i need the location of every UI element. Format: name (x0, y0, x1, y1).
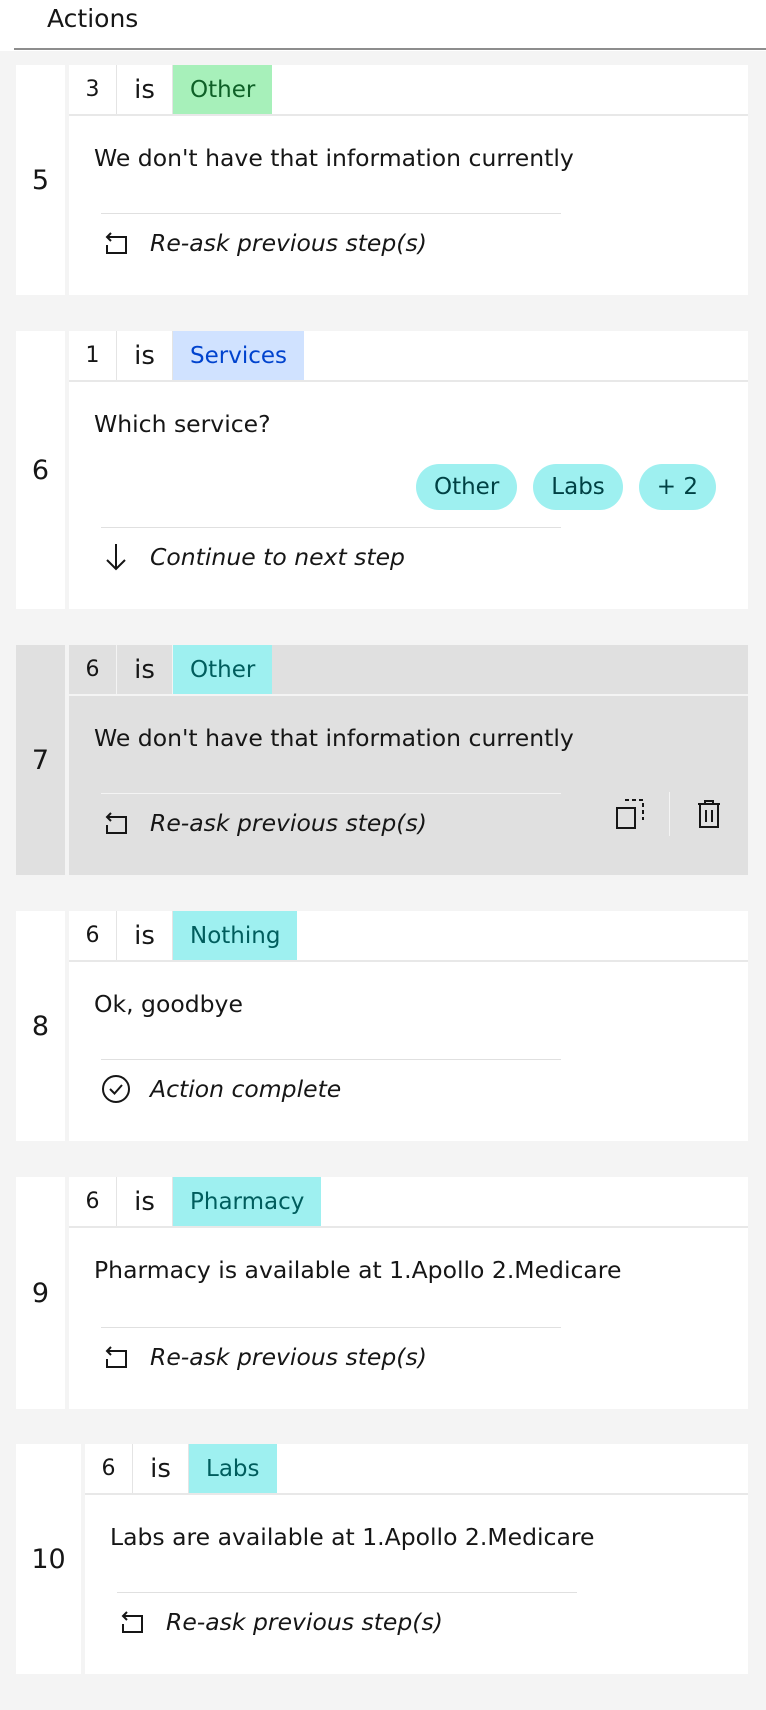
reask-icon (101, 1342, 131, 1372)
assistant-message: Labs are available at 1.Apollo 2.Medicar… (110, 1523, 595, 1551)
step-number: 7 (16, 645, 65, 875)
condition-value-tag: Services (173, 331, 304, 380)
step-card[interactable]: 3 is Other We don't have that informatio… (69, 65, 748, 295)
step-condition[interactable]: 6 is Other (69, 645, 748, 696)
reask-icon (117, 1607, 147, 1637)
step-toolbar (591, 792, 748, 836)
condition-operator: is (117, 911, 173, 960)
step-row[interactable]: 7 6 is Other We don't have that informat… (16, 645, 748, 875)
step-row[interactable]: 5 3 is Other We don't have that informat… (16, 65, 748, 295)
toolbar-divider (669, 792, 670, 836)
condition-step-number: 6 (85, 1444, 133, 1493)
next-step-action[interactable]: Re-ask previous step(s) (101, 808, 427, 838)
step-divider (101, 1059, 561, 1060)
arrow-down-icon (101, 542, 131, 572)
step-number: 9 (16, 1177, 65, 1409)
condition-value-tag: Nothing (173, 911, 298, 960)
step-row[interactable]: 6 1 is Services Which service? Other Lab… (16, 331, 748, 609)
step-row[interactable]: 10 6 is Labs Labs are available at 1.Apo… (16, 1444, 748, 1674)
step-divider (101, 213, 561, 214)
more-options-chip[interactable]: + 2 (638, 464, 716, 510)
step-body[interactable]: Ok, goodbye Action complete (69, 962, 748, 1141)
condition-operator: is (117, 331, 173, 380)
next-step-action[interactable]: Continue to next step (101, 542, 405, 572)
step-number: 8 (16, 911, 65, 1141)
step-card[interactable]: 1 is Services Which service? Other Labs … (69, 331, 748, 609)
assistant-message: We don't have that information currently (94, 724, 574, 752)
next-step-action[interactable]: Re-ask previous step(s) (101, 228, 427, 258)
next-step-action[interactable]: Re-ask previous step(s) (117, 1607, 443, 1637)
condition-operator: is (117, 65, 173, 114)
step-divider (101, 527, 561, 528)
reask-icon (101, 228, 131, 258)
assistant-message: Ok, goodbye (94, 990, 243, 1018)
delete-icon[interactable] (691, 796, 727, 832)
step-number: 10 (16, 1444, 81, 1674)
condition-step-number: 6 (69, 645, 117, 694)
condition-operator: is (133, 1444, 189, 1493)
assistant-message: Pharmacy is available at 1.Apollo 2.Medi… (94, 1256, 622, 1284)
step-number: 6 (16, 331, 65, 609)
condition-value-tag: Other (173, 65, 273, 114)
next-step-label: Continue to next step (150, 543, 405, 571)
step-card[interactable]: 6 is Other We don't have that informatio… (69, 645, 748, 875)
step-condition[interactable]: 3 is Other (69, 65, 748, 116)
condition-step-number: 6 (69, 1177, 117, 1226)
page-header: Actions (0, 0, 766, 51)
assistant-message: We don't have that information currently (94, 144, 574, 172)
condition-step-number: 1 (69, 331, 117, 380)
option-chip[interactable]: Labs (533, 464, 623, 510)
condition-value-tag: Other (173, 645, 273, 694)
next-step-label: Re-ask previous step(s) (166, 1608, 443, 1636)
condition-step-number: 3 (69, 65, 117, 114)
next-step-label: Re-ask previous step(s) (150, 1343, 427, 1371)
step-condition[interactable]: 6 is Labs (85, 1444, 748, 1495)
step-row[interactable]: 8 6 is Nothing Ok, goodbye Action comple… (16, 911, 748, 1141)
next-step-label: Re-ask previous step(s) (150, 809, 427, 837)
step-card[interactable]: 6 is Pharmacy Pharmacy is available at 1… (69, 1177, 748, 1409)
step-body[interactable]: Which service? Other Labs + 2 Continue t… (69, 382, 748, 609)
step-divider (101, 793, 561, 794)
step-body[interactable]: We don't have that information currently… (69, 116, 748, 295)
header-divider (14, 48, 766, 50)
step-body[interactable]: Labs are available at 1.Apollo 2.Medicar… (85, 1495, 748, 1674)
step-body[interactable]: Pharmacy is available at 1.Apollo 2.Medi… (69, 1228, 748, 1409)
condition-operator: is (117, 645, 173, 694)
step-row[interactable]: 9 6 is Pharmacy Pharmacy is available at… (16, 1177, 748, 1409)
step-condition[interactable]: 6 is Nothing (69, 911, 748, 962)
condition-value-tag: Labs (189, 1444, 277, 1493)
page-title: Actions (47, 4, 139, 33)
reask-icon (101, 808, 131, 838)
step-divider (101, 1327, 561, 1328)
next-step-action[interactable]: Re-ask previous step(s) (101, 1342, 427, 1372)
condition-step-number: 6 (69, 911, 117, 960)
response-options: Other Labs + 2 (415, 464, 716, 510)
condition-operator: is (117, 1177, 173, 1226)
next-step-label: Re-ask previous step(s) (150, 229, 427, 257)
next-step-action[interactable]: Action complete (101, 1074, 341, 1104)
assistant-message: Which service? (94, 410, 271, 438)
step-divider (117, 1592, 577, 1593)
step-number: 5 (16, 65, 65, 295)
step-condition[interactable]: 1 is Services (69, 331, 748, 382)
option-chip[interactable]: Other (415, 464, 518, 510)
step-condition[interactable]: 6 is Pharmacy (69, 1177, 748, 1228)
step-card[interactable]: 6 is Nothing Ok, goodbye Action complete (69, 911, 748, 1141)
duplicate-icon[interactable] (612, 796, 648, 832)
checkmark-outline-icon (101, 1074, 131, 1104)
step-card[interactable]: 6 is Labs Labs are available at 1.Apollo… (85, 1444, 748, 1674)
condition-value-tag: Pharmacy (173, 1177, 322, 1226)
step-body[interactable]: We don't have that information currently… (69, 696, 748, 875)
next-step-label: Action complete (150, 1075, 342, 1103)
